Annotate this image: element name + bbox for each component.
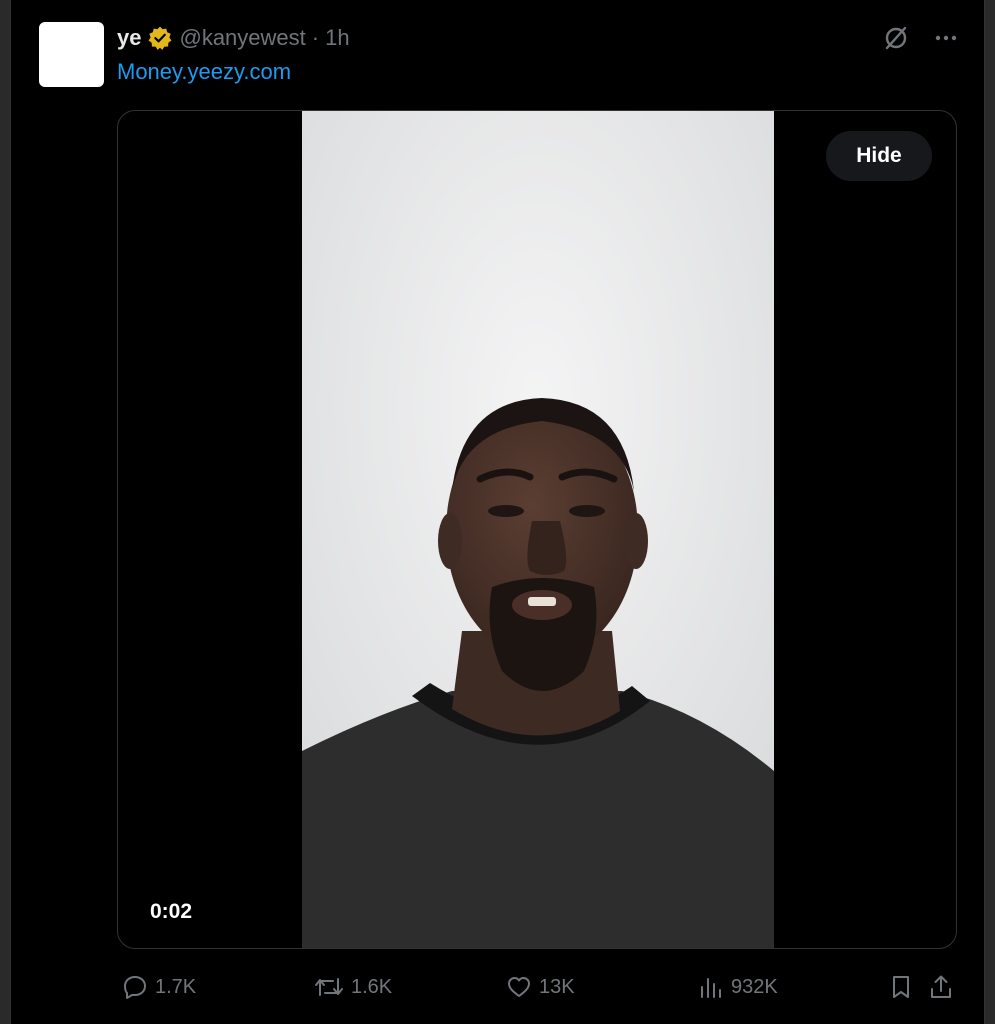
video-frame[interactable] — [302, 111, 774, 948]
like-count: 13K — [539, 975, 575, 998]
grok-icon[interactable] — [880, 22, 912, 54]
reply-button[interactable]: 1.7K — [121, 965, 196, 1009]
tweet-top-actions — [880, 22, 962, 54]
bookmark-button[interactable] — [887, 965, 915, 1009]
repost-button[interactable]: 1.6K — [313, 965, 392, 1009]
display-name[interactable]: ye — [117, 25, 141, 51]
hide-button[interactable]: Hide — [826, 131, 932, 181]
video-player[interactable]: Hide 0:02 — [117, 110, 957, 949]
video-duration: 0:02 — [150, 900, 193, 923]
reply-count: 1.7K — [155, 975, 197, 998]
video-still-image — [302, 111, 774, 948]
avatar[interactable] — [39, 22, 104, 87]
separator-dot: · — [311, 25, 320, 50]
repost-icon — [313, 973, 345, 1001]
tweet-action-bar: 1.7K 1.6K 13K 932K — [117, 965, 957, 1009]
user-handle[interactable]: @kanyewest — [179, 25, 305, 51]
bookmark-icon — [887, 973, 915, 1001]
like-icon — [505, 973, 533, 1001]
tweet-card[interactable]: ye @kanyewest · 1h Money.yeezy.com Hide … — [10, 0, 985, 1024]
reply-icon — [121, 973, 149, 1001]
timestamp[interactable]: 1h — [325, 25, 349, 51]
like-button[interactable]: 13K — [505, 965, 575, 1009]
views-count: 932K — [731, 975, 778, 998]
share-icon — [927, 973, 955, 1001]
share-button[interactable] — [927, 965, 955, 1009]
views-icon — [697, 973, 725, 1001]
repost-count: 1.6K — [351, 975, 393, 998]
views-button[interactable]: 932K — [697, 965, 778, 1009]
tweet-link[interactable]: Money.yeezy.com — [117, 59, 291, 85]
tweet-header: ye @kanyewest · 1h — [117, 24, 350, 52]
verified-badge-icon[interactable] — [147, 25, 173, 51]
more-icon[interactable] — [930, 22, 962, 54]
